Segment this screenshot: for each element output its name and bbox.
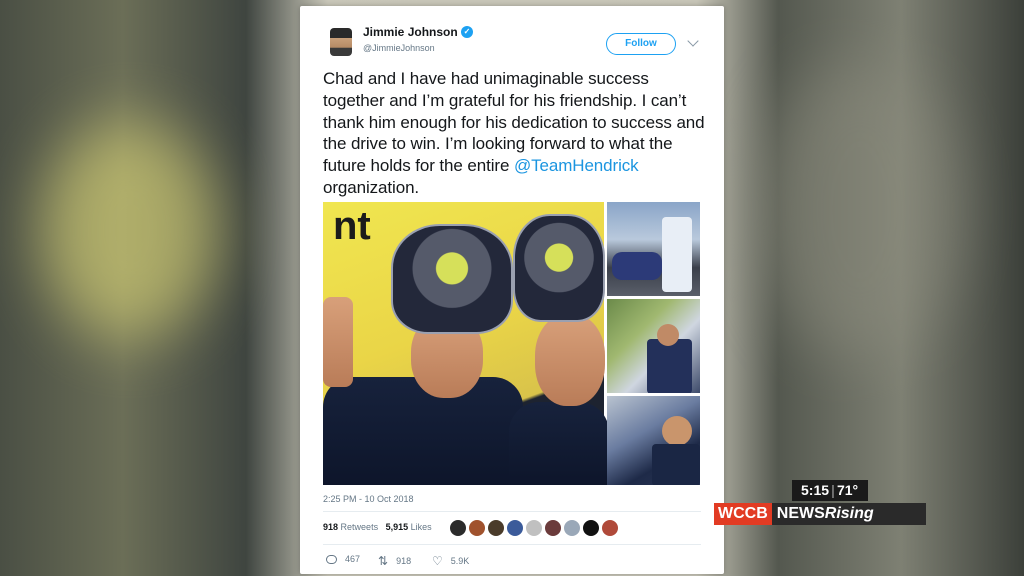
like-action[interactable]: ♡ 5.9K xyxy=(432,554,469,568)
media-grid[interactable]: nt xyxy=(323,202,700,485)
chevron-down-icon[interactable] xyxy=(687,35,699,47)
retweet-action[interactable]: ⇅ 918 xyxy=(378,554,411,568)
tweet-text-after: organization. xyxy=(323,177,420,197)
background-blur-right xyxy=(760,60,960,360)
news-logo-bar: WCCB NEWS Rising xyxy=(714,503,926,525)
liker-avatar[interactable] xyxy=(469,520,485,536)
tweet-text: Chad and I have had unimaginable success… xyxy=(323,68,713,199)
tweet-timestamp[interactable]: 2:25 PM - 10 Oct 2018 xyxy=(323,494,414,504)
liker-avatar[interactable] xyxy=(488,520,504,536)
verified-icon: ✓ xyxy=(461,26,473,38)
sponsor-banner-text: nt xyxy=(333,204,371,248)
retweets-count[interactable]: 918 xyxy=(323,522,338,532)
media-photo-thumb-2[interactable] xyxy=(607,299,700,393)
rising-label: Rising xyxy=(824,505,874,522)
liker-avatar[interactable] xyxy=(507,520,523,536)
time-temperature-box: 5:15 | 71° xyxy=(792,480,868,501)
liker-avatar[interactable] xyxy=(602,520,618,536)
media-photo-thumb-3[interactable] xyxy=(607,396,700,485)
author-name[interactable]: Jimmie Johnson xyxy=(363,25,458,39)
likes-count[interactable]: 5,915 xyxy=(386,522,409,532)
mention-link[interactable]: @TeamHendrick xyxy=(514,156,639,175)
tweet-card: Jimmie Johnson ✓ @JimmieJohnson Follow C… xyxy=(300,6,724,574)
author-handle[interactable]: @JimmieJohnson xyxy=(363,43,435,53)
like-icon[interactable]: ♡ xyxy=(432,554,443,568)
divider xyxy=(323,544,701,545)
liker-avatars[interactable] xyxy=(450,520,618,536)
liker-avatar[interactable] xyxy=(526,520,542,536)
engagement-stats: 918 Retweets 5,915 Likes xyxy=(323,522,432,532)
background-blur-left xyxy=(40,120,220,340)
follow-button[interactable]: Follow xyxy=(606,33,676,55)
station-logo: WCCB xyxy=(714,503,772,525)
retweet-icon[interactable]: ⇅ xyxy=(378,554,388,568)
reply-count: 467 xyxy=(345,554,361,564)
reply-action[interactable]: 467 xyxy=(326,554,360,564)
media-photo-thumb-1[interactable] xyxy=(607,202,700,296)
reply-icon[interactable] xyxy=(326,554,337,564)
broadcast-temperature: 71° xyxy=(836,482,859,498)
avatar[interactable] xyxy=(330,28,352,56)
broadcast-time: 5:15 xyxy=(801,482,830,498)
likes-label: Likes xyxy=(410,522,432,532)
liker-avatar[interactable] xyxy=(450,520,466,536)
news-label: NEWS xyxy=(776,505,825,522)
media-photo-main[interactable]: nt xyxy=(323,202,609,485)
liker-avatar[interactable] xyxy=(545,520,561,536)
liker-avatar[interactable] xyxy=(564,520,580,536)
like-action-count: 5.9K xyxy=(450,556,470,566)
retweets-label: Retweets xyxy=(340,522,379,532)
retweet-action-count: 918 xyxy=(396,556,412,566)
divider xyxy=(323,511,701,512)
person-background xyxy=(323,297,353,387)
liker-avatar[interactable] xyxy=(583,520,599,536)
